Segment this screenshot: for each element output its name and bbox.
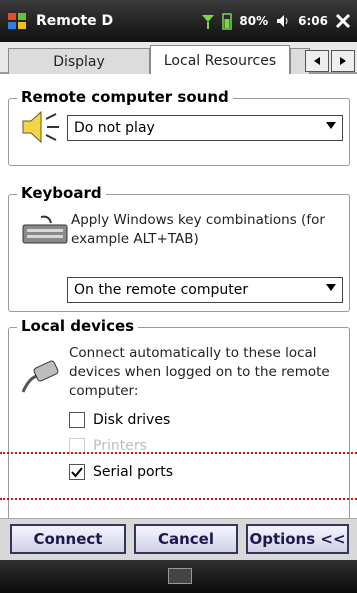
tab-strip: Display Local Resources bbox=[0, 42, 357, 75]
chevron-down-icon bbox=[326, 284, 336, 291]
clock: 6:06 bbox=[298, 14, 328, 28]
app-title: Remote D bbox=[36, 13, 114, 29]
connect-button[interactable]: Connect bbox=[10, 524, 126, 554]
serial-ports-label: Serial ports bbox=[93, 464, 174, 480]
start-flag-icon[interactable] bbox=[6, 10, 28, 32]
keyboard-description: Apply Windows key combinations (for exam… bbox=[71, 212, 325, 247]
chevron-down-icon bbox=[326, 122, 336, 129]
keyboard-select-value: On the remote computer bbox=[74, 282, 249, 298]
volume-icon[interactable] bbox=[275, 13, 291, 29]
serial-ports-checkbox[interactable]: Serial ports bbox=[69, 464, 173, 480]
annotation-line-top bbox=[0, 452, 357, 454]
signal-icon[interactable] bbox=[201, 13, 215, 29]
devices-group: Local devices Connect automatically to t… bbox=[8, 317, 350, 518]
close-icon[interactable] bbox=[335, 13, 351, 29]
sound-group: Remote computer sound Do not play bbox=[8, 88, 350, 166]
checkbox-box[interactable] bbox=[69, 464, 85, 480]
keyboard-group-title: Keyboard bbox=[17, 184, 106, 202]
plug-icon bbox=[19, 354, 65, 396]
keyboard-select[interactable]: On the remote computer bbox=[67, 277, 343, 303]
button-bar: Connect Cancel Options << bbox=[0, 518, 357, 560]
tab-local-resources[interactable]: Local Resources bbox=[150, 45, 290, 75]
tab-scroll-right-icon[interactable] bbox=[331, 50, 355, 72]
keyboard-group: Keyboard Apply Windows key combinations … bbox=[8, 184, 350, 312]
sound-select-value: Do not play bbox=[74, 120, 155, 136]
bottom-bar bbox=[0, 560, 357, 593]
battery-percent: 80% bbox=[239, 14, 269, 28]
sound-select[interactable]: Do not play bbox=[67, 115, 343, 141]
sound-group-title: Remote computer sound bbox=[17, 88, 233, 106]
tab-scroll-left-icon[interactable] bbox=[305, 50, 329, 72]
options-button[interactable]: Options << bbox=[246, 524, 349, 554]
disk-drives-label: Disk drives bbox=[93, 412, 171, 428]
checkbox-box[interactable] bbox=[69, 412, 85, 428]
keyboard-icon bbox=[21, 215, 69, 247]
devices-description: Connect automatically to these local dev… bbox=[69, 345, 330, 399]
title-bar: Remote D 80% 6:06 bbox=[0, 0, 357, 42]
devices-group-title: Local devices bbox=[17, 317, 139, 335]
check-mark-icon bbox=[71, 467, 83, 478]
tab-display[interactable]: Display bbox=[8, 48, 150, 74]
annotation-line-bottom bbox=[0, 498, 357, 500]
tab-scroll-arrows bbox=[305, 50, 355, 72]
input-panel-keyboard-icon[interactable] bbox=[168, 568, 192, 584]
disk-drives-checkbox[interactable]: Disk drives bbox=[69, 412, 170, 428]
speaker-icon bbox=[19, 109, 63, 145]
battery-icon[interactable] bbox=[222, 12, 233, 30]
cancel-button[interactable]: Cancel bbox=[134, 524, 238, 554]
